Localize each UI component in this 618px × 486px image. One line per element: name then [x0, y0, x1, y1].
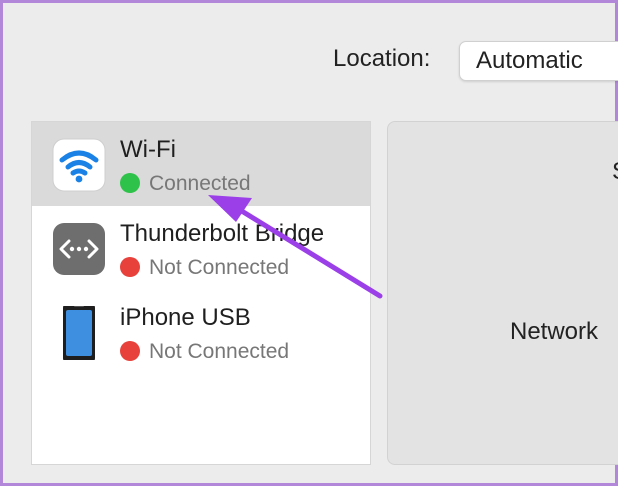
network-name-label: Network [510, 318, 599, 345]
location-label: Location: [333, 45, 431, 72]
service-status: Not Connected [120, 340, 289, 364]
location-select[interactable]: Automatic [459, 41, 618, 81]
iphone-icon [63, 306, 95, 360]
service-status: Connected [120, 172, 251, 196]
wifi-icon [52, 138, 106, 192]
service-item-thunderbolt-bridge[interactable]: Thunderbolt Bridge Not Connected [32, 206, 370, 290]
service-status: Not Connected [120, 256, 289, 280]
service-name: Thunderbolt Bridge [120, 220, 325, 247]
status-dot-red [120, 341, 140, 361]
status-dot-red [120, 257, 140, 277]
network-services-list: Wi-Fi Connected Thunderbolt Bridge Not C… [31, 121, 371, 465]
window-frame: Location: Automatic Wi-Fi Connected Thun… [0, 0, 618, 486]
status-label-partial: S [612, 158, 618, 186]
status-dot-green [120, 173, 140, 193]
service-status-text: Connected [149, 172, 251, 195]
service-name: Wi-Fi [120, 136, 176, 163]
service-item-wifi[interactable]: Wi-Fi Connected [32, 122, 370, 206]
service-status-text: Not Connected [149, 256, 290, 279]
service-item-iphone-usb[interactable]: iPhone USB Not Connected [32, 290, 370, 374]
service-status-text: Not Connected [149, 340, 290, 363]
service-detail-panel: S Network [387, 121, 618, 465]
service-name: iPhone USB [120, 304, 251, 331]
thunderbolt-bridge-icon [53, 223, 105, 275]
